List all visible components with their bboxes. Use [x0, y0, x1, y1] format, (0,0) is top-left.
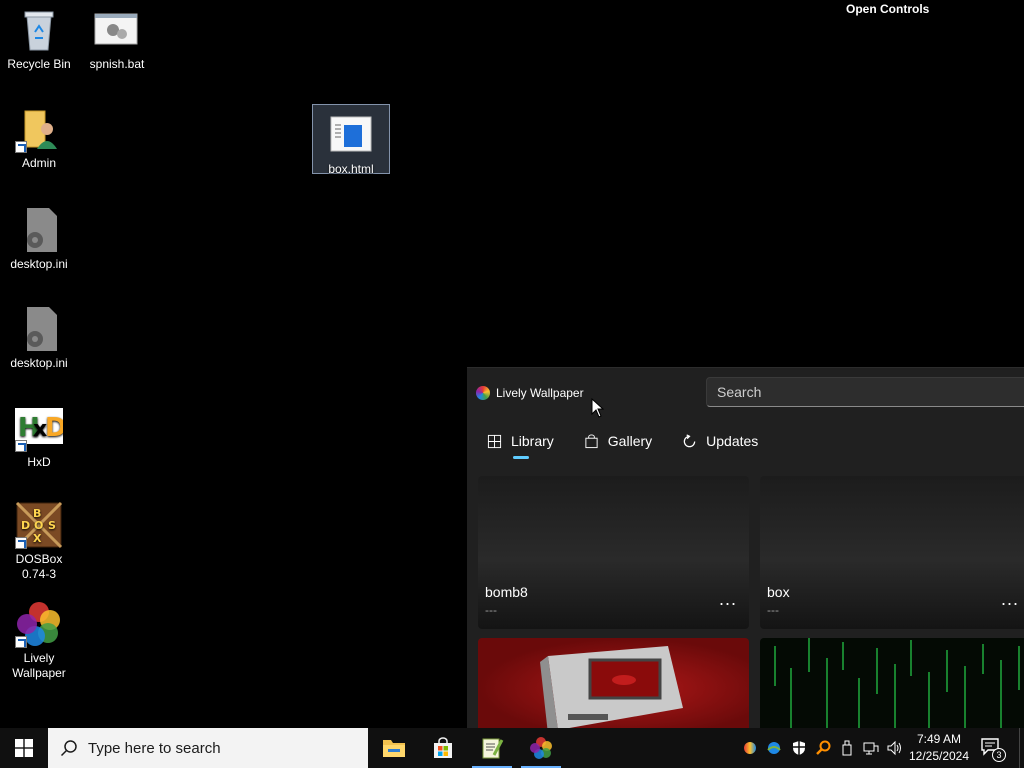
lively-logo-icon	[476, 386, 490, 400]
desktop-icon-label: DOSBox 0.74-3	[15, 552, 63, 581]
desktop-icon-recycle-bin[interactable]: Recycle Bin	[0, 6, 78, 72]
notepad-plus-icon	[482, 738, 504, 759]
recycle-bin-icon	[15, 6, 63, 54]
desktop-icon-desktop-ini[interactable]: desktop.ini	[0, 206, 78, 272]
taskbar-search-box[interactable]: Type here to search	[48, 728, 368, 768]
svg-text:X: X	[33, 532, 42, 545]
wallpaper-card[interactable]: bomb8 --- ...	[478, 476, 749, 629]
tab-updates[interactable]: Updates	[682, 430, 758, 452]
tray-search-tool-icon[interactable]	[815, 740, 831, 756]
wallpaper-desc: ---	[767, 603, 779, 617]
desktop-icon-box-html[interactable]: box.html	[312, 104, 390, 176]
shopping-bag-icon	[585, 434, 598, 448]
tab-label: Gallery	[607, 433, 653, 449]
tray-security-shield-icon[interactable]	[791, 740, 807, 756]
more-options-icon[interactable]: ...	[1001, 590, 1019, 608]
start-button[interactable]	[0, 728, 48, 768]
tab-gallery[interactable]: Gallery	[584, 430, 652, 452]
settings-file-icon	[15, 206, 63, 254]
desktop-icon-label: HxD	[27, 455, 51, 469]
svg-text:D: D	[45, 413, 63, 443]
lively-wallpaper-window: Lively Wallpaper Search Library Gallery …	[467, 367, 1024, 728]
taskbar-lively-wallpaper[interactable]	[517, 728, 565, 768]
open-controls-label[interactable]: Open Controls	[846, 2, 929, 16]
shortcut-arrow-icon	[15, 141, 27, 153]
window-title: Lively Wallpaper	[496, 386, 584, 400]
svg-text:D: D	[21, 519, 30, 532]
tray-network-icon[interactable]	[863, 740, 879, 756]
windows-logo-icon	[15, 739, 33, 757]
taskbar-file-explorer[interactable]	[370, 728, 418, 768]
taskbar: Type here to search 7:49 AM 12/25/2024 3	[0, 728, 1024, 768]
desktop-icon-desktop-ini[interactable]: desktop.ini	[0, 305, 78, 371]
search-placeholder: Type here to search	[88, 739, 221, 757]
tray-usb-device-icon[interactable]	[839, 740, 855, 756]
show-desktop-button[interactable]	[1019, 728, 1024, 768]
nav-tabs: Library Gallery Updates	[487, 430, 758, 459]
svg-text:O: O	[34, 519, 43, 532]
search-input[interactable]: Search	[706, 377, 1024, 407]
desktop-icon-label: spnish.bat	[89, 57, 145, 71]
desktop-icon-label: Recycle Bin	[7, 57, 71, 71]
desktop-icon-label: desktop.ini	[10, 356, 68, 370]
wallpaper-thumbnail-matrix[interactable]	[760, 638, 1024, 728]
taskbar-microsoft-store[interactable]	[419, 728, 467, 768]
desktop-icon-admin[interactable]: Admin	[0, 105, 78, 171]
tray-volume-icon[interactable]	[887, 740, 903, 756]
taskbar-notepad-plus[interactable]	[468, 728, 516, 768]
html-file-icon	[327, 111, 375, 159]
window-title-bar[interactable]: Lively Wallpaper	[476, 385, 584, 401]
shortcut-arrow-icon	[15, 537, 27, 549]
tab-library[interactable]: Library	[487, 430, 554, 459]
hxd-icon: HxD	[15, 404, 67, 452]
desktop: Open Controls Recycle Bin spnish.bat Adm…	[0, 0, 1024, 728]
wallpaper-card[interactable]: box --- ...	[760, 476, 1024, 629]
mouse-cursor-icon	[591, 398, 605, 418]
wallpaper-title: bomb8	[485, 584, 528, 600]
tray-lively-icon[interactable]	[742, 740, 758, 756]
file-explorer-icon	[383, 740, 405, 757]
matrix-rain-image	[774, 638, 1020, 728]
svg-text:S: S	[48, 519, 56, 532]
clock-time: 7:49 AM	[916, 732, 962, 746]
desktop-icon-lively-wallpaper[interactable]: Lively Wallpaper	[0, 600, 78, 681]
desktop-icon-spnish-bat[interactable]: spnish.bat	[78, 6, 156, 72]
shortcut-arrow-icon	[15, 636, 27, 648]
settings-file-icon	[15, 305, 63, 353]
retro-computer-image	[540, 646, 683, 728]
tab-label: Updates	[706, 433, 759, 449]
lively-wallpaper-icon	[530, 737, 552, 759]
system-clock[interactable]: 7:49 AM 12/25/2024	[906, 731, 972, 765]
desktop-icon-label: Admin	[21, 156, 56, 170]
batch-file-icon	[93, 6, 141, 54]
tray-network-globe-icon[interactable]	[766, 740, 782, 756]
desktop-icon-hxd[interactable]: HxD HxD	[0, 404, 78, 470]
tab-label: Library	[511, 433, 554, 449]
action-center-button[interactable]: 3	[980, 736, 1006, 762]
desktop-icon-label: desktop.ini	[10, 257, 68, 271]
microsoft-store-icon	[434, 737, 452, 758]
more-options-icon[interactable]: ...	[719, 590, 737, 608]
shortcut-arrow-icon	[15, 440, 27, 452]
desktop-icon-dosbox[interactable]: BDOSX DOSBox 0.74-3	[0, 501, 78, 582]
notification-count-badge: 3	[992, 748, 1006, 762]
clock-date: 12/25/2024	[908, 749, 970, 763]
refresh-icon	[683, 433, 696, 447]
dosbox-icon: BDOSX	[15, 501, 63, 549]
desktop-icon-label: Lively Wallpaper	[12, 651, 66, 680]
wallpaper-desc: ---	[485, 603, 497, 617]
desktop-icon-label: box.html	[328, 162, 374, 176]
user-folder-icon	[15, 105, 63, 153]
search-icon	[60, 740, 77, 757]
wallpaper-thumbnail-retro-computer[interactable]	[478, 638, 749, 728]
wallpaper-title: box	[767, 584, 790, 600]
grid-icon	[487, 434, 502, 448]
lively-wallpaper-icon	[15, 600, 63, 648]
